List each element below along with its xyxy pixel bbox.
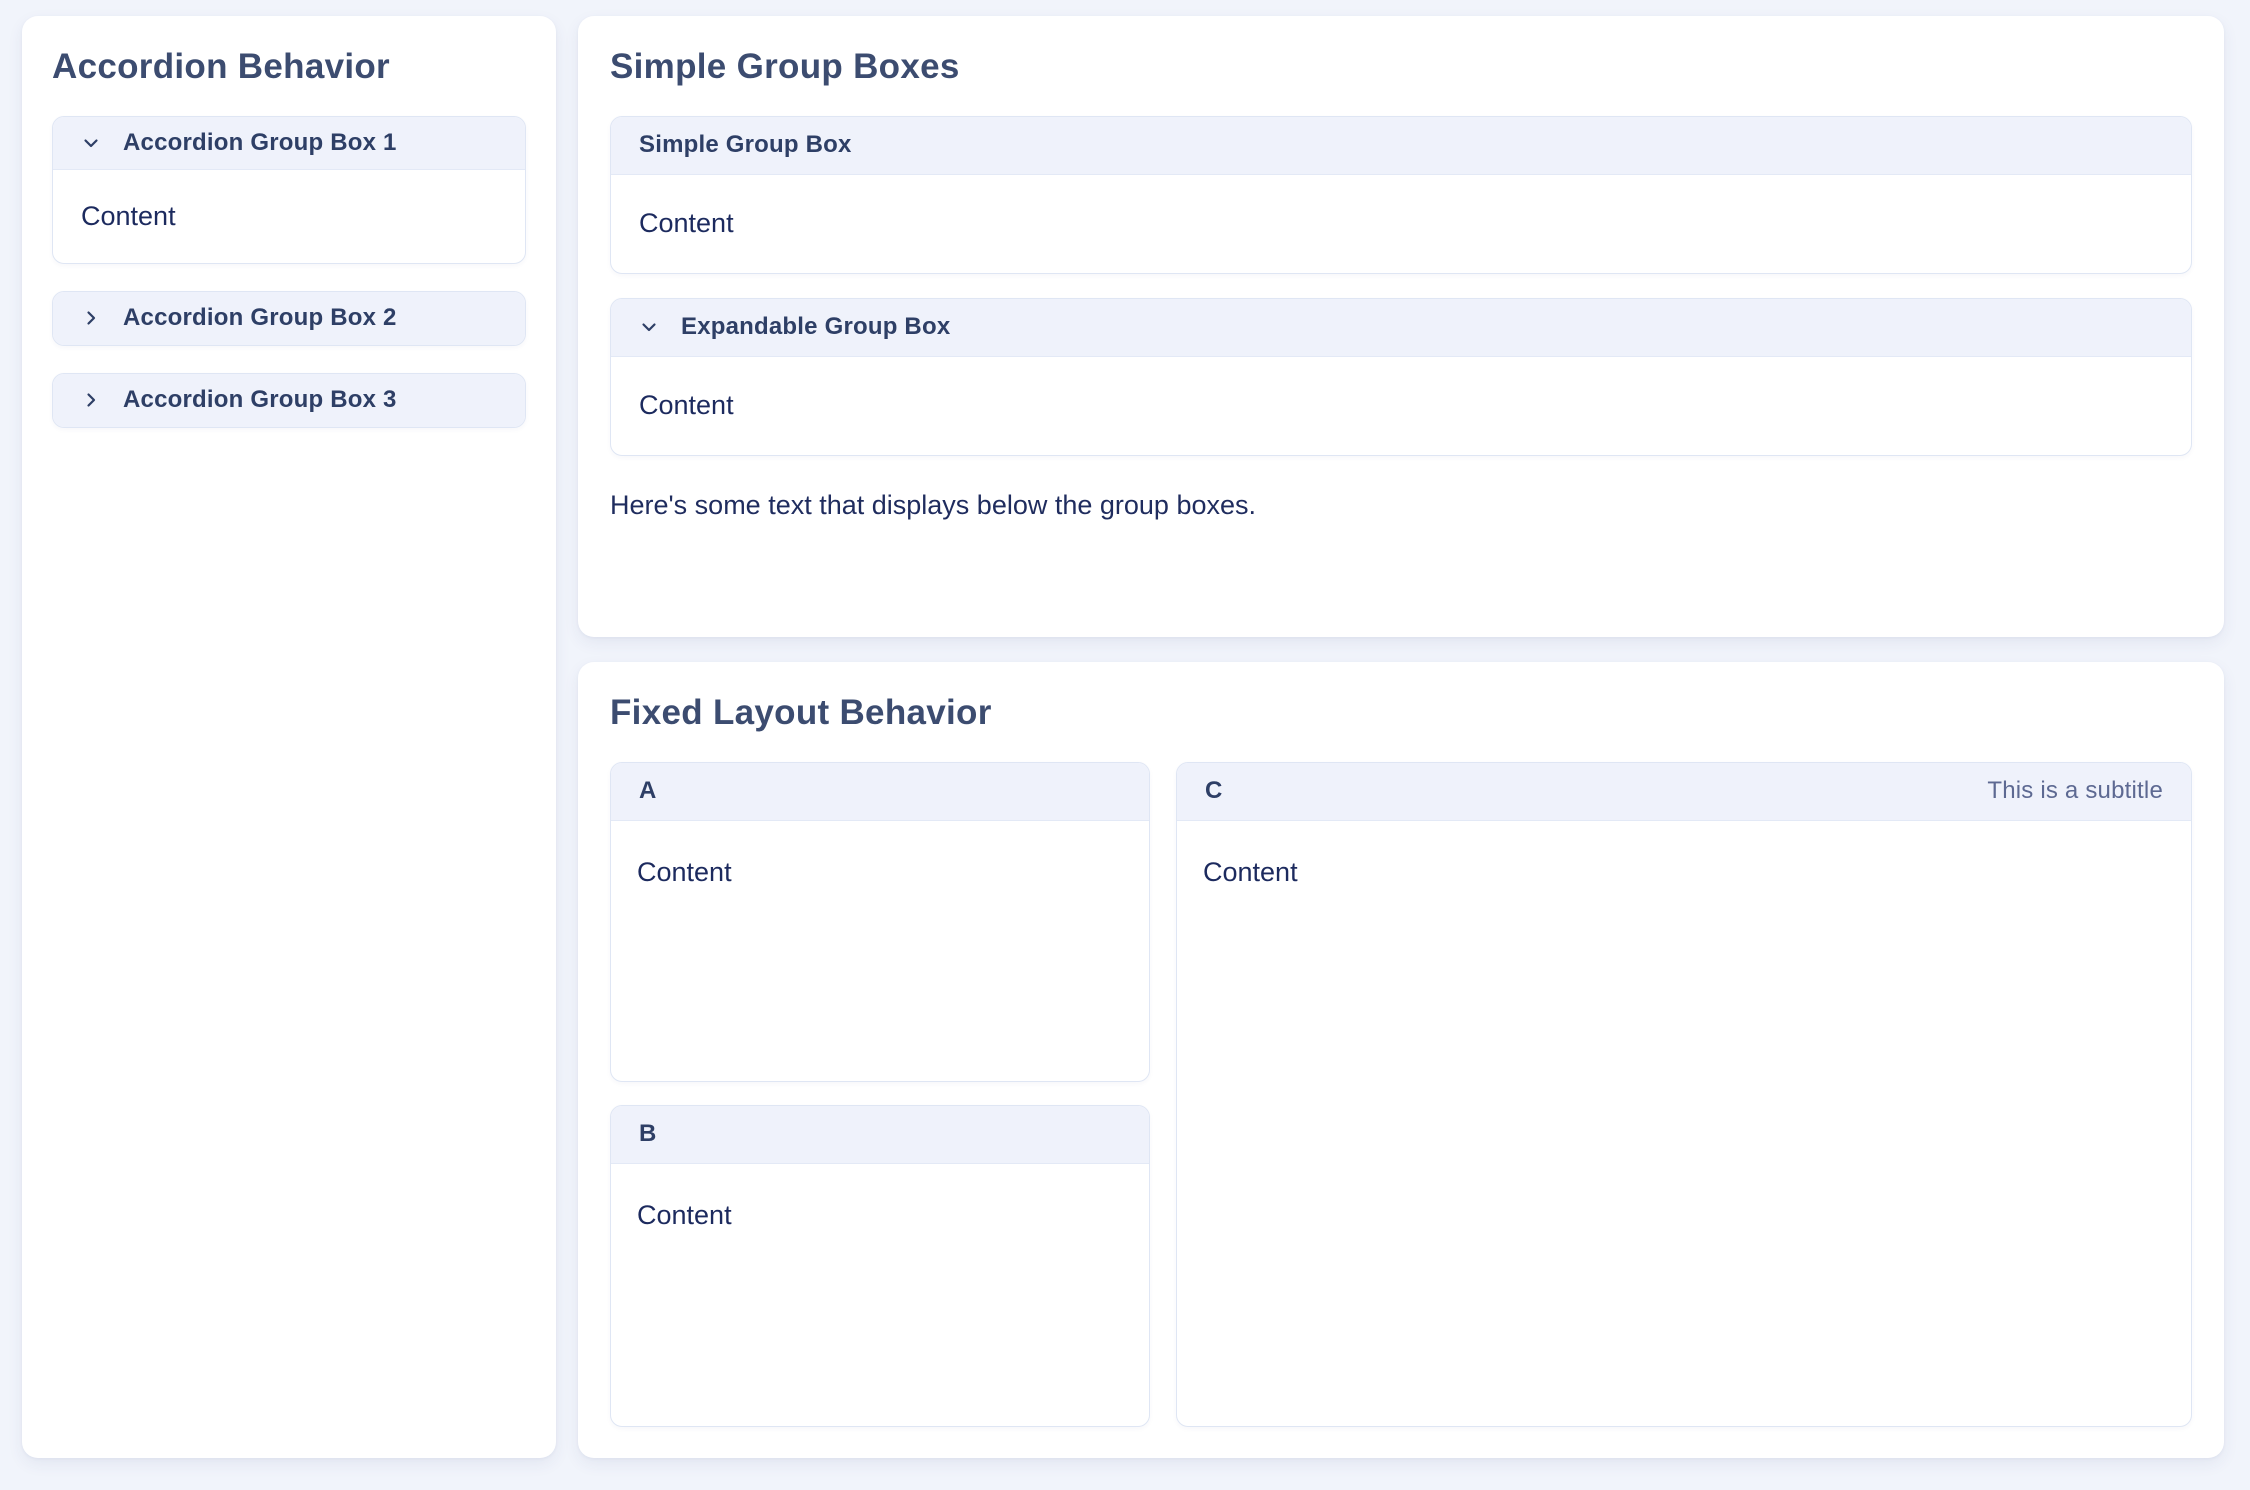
accordion-group-box-1-header[interactable]: Accordion Group Box 1 — [53, 117, 525, 170]
chevron-down-icon — [81, 133, 101, 153]
accordion-group-box-3: Accordion Group Box 3 — [52, 373, 526, 428]
group-box-b-label: B — [639, 1120, 657, 1148]
accordion-group-box-3-label: Accordion Group Box 3 — [123, 386, 397, 414]
group-box-b-content: Content — [611, 1164, 1149, 1426]
group-box-b-header: B — [611, 1106, 1149, 1164]
simple-panel-title: Simple Group Boxes — [610, 44, 2192, 90]
accordion-group-box-2: Accordion Group Box 2 — [52, 291, 526, 346]
group-box-a: A Content — [610, 762, 1150, 1082]
accordion-group-box-1-label: Accordion Group Box 1 — [123, 129, 397, 157]
expandable-group-box-content: Content — [611, 357, 2191, 455]
simple-group-box-label: Simple Group Box — [639, 131, 852, 159]
accordion-behavior-panel: Accordion Behavior Accordion Group Box 1… — [22, 16, 556, 1458]
accordion-panel-title: Accordion Behavior — [52, 44, 526, 90]
page: Accordion Behavior Accordion Group Box 1… — [0, 0, 2250, 1490]
group-box-a-content: Content — [611, 821, 1149, 1081]
group-box-c-content: Content — [1177, 821, 2191, 1426]
group-box-a-label: A — [639, 777, 657, 805]
accordion-group-box-2-label: Accordion Group Box 2 — [123, 304, 397, 332]
simple-group-box: Simple Group Box Content — [610, 116, 2192, 274]
fixed-layout-behavior-panel: Fixed Layout Behavior A Content C This i… — [578, 662, 2224, 1458]
below-boxes-text: Here's some text that displays below the… — [610, 490, 2192, 521]
chevron-right-icon — [81, 390, 101, 410]
group-box-c-label: C — [1205, 777, 1223, 805]
expandable-group-box-header[interactable]: Expandable Group Box — [611, 299, 2191, 357]
expandable-group-box: Expandable Group Box Content — [610, 298, 2192, 456]
accordion-group-box-2-header[interactable]: Accordion Group Box 2 — [53, 292, 525, 345]
accordion-group-box-1: Accordion Group Box 1 Content — [52, 116, 526, 264]
right-column: Simple Group Boxes Simple Group Box Cont… — [578, 16, 2224, 1458]
group-box-c: C This is a subtitle Content — [1176, 762, 2192, 1427]
simple-group-box-content: Content — [611, 175, 2191, 273]
accordion-group-box-3-header[interactable]: Accordion Group Box 3 — [53, 374, 525, 427]
simple-group-box-header: Simple Group Box — [611, 117, 2191, 175]
fixed-layout-grid: A Content C This is a subtitle Content B — [610, 762, 2192, 1427]
simple-group-boxes-panel: Simple Group Boxes Simple Group Box Cont… — [578, 16, 2224, 637]
chevron-right-icon — [81, 308, 101, 328]
group-box-c-subtitle: This is a subtitle — [1987, 777, 2163, 805]
fixed-panel-title: Fixed Layout Behavior — [610, 690, 2192, 736]
group-box-b: B Content — [610, 1105, 1150, 1427]
chevron-down-icon — [639, 317, 659, 337]
accordion-group-box-1-content: Content — [53, 170, 525, 263]
group-box-a-header: A — [611, 763, 1149, 821]
expandable-group-box-label: Expandable Group Box — [681, 313, 950, 341]
group-box-c-header: C This is a subtitle — [1177, 763, 2191, 821]
